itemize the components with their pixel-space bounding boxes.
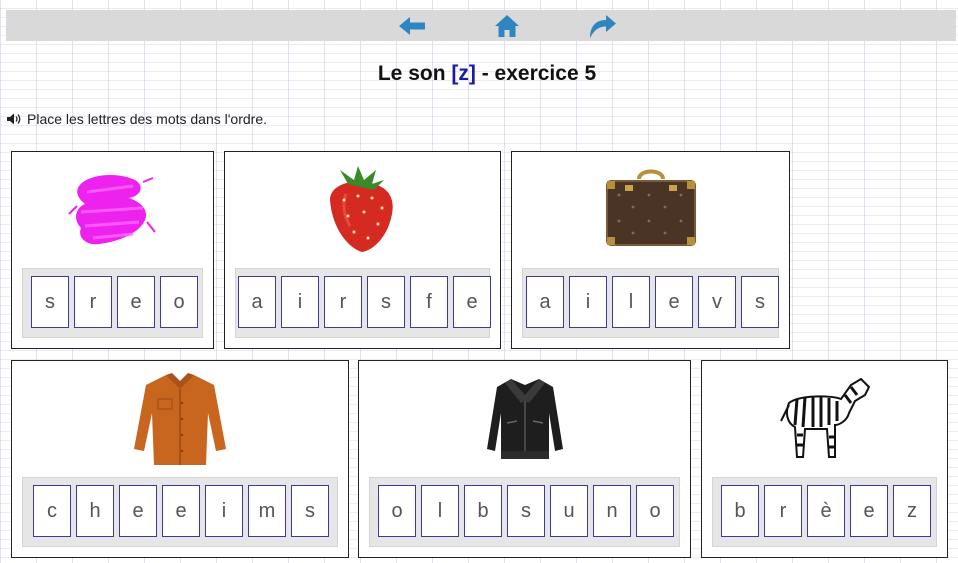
title-phoneme: [z] (451, 62, 476, 85)
letter-tile[interactable]: i (281, 276, 319, 328)
letter-tile[interactable]: n (593, 485, 631, 537)
letter-tile[interactable]: o (160, 276, 198, 328)
home-button[interactable] (490, 13, 524, 39)
card-picture (12, 369, 348, 469)
word-card-3: ailevs (511, 151, 790, 349)
letter-tile[interactable]: a (526, 276, 564, 328)
back-arrow-icon (399, 17, 425, 35)
letter-tile[interactable]: i (569, 276, 607, 328)
title-suffix: - exercice 5 (475, 62, 597, 85)
letter-tile[interactable]: a (238, 276, 276, 328)
letter-tile[interactable]: r (764, 485, 802, 537)
page-title: Le son [z] - exercice 5 (0, 62, 958, 86)
instruction-text: Place les lettres des mots dans l'ordre. (27, 111, 268, 127)
leather-jacket-image (486, 379, 563, 459)
letter-tile[interactable]: u (550, 485, 588, 537)
word-card-5: olbsuno (358, 360, 691, 558)
word-card-1: sreo (11, 151, 214, 349)
letter-tile[interactable]: f (410, 276, 448, 328)
card-picture (225, 160, 500, 260)
card-picture (12, 160, 213, 260)
letter-tile[interactable]: s (291, 485, 329, 537)
letter-tray: sreo (22, 268, 203, 338)
letter-tile[interactable]: h (76, 485, 114, 537)
letter-tile[interactable]: r (74, 276, 112, 328)
strawberry-image (329, 166, 393, 252)
letter-tile[interactable]: e (655, 276, 693, 328)
pink-scribble-image (67, 175, 156, 245)
word-card-4: cheeims (11, 360, 349, 558)
letter-tray: airsfe (235, 268, 491, 338)
letter-tray: brèez (712, 477, 937, 547)
letter-tray: olbsuno (369, 477, 680, 547)
redo-button[interactable] (585, 13, 619, 39)
suitcase-image (605, 169, 696, 246)
letter-tile[interactable]: s (31, 276, 69, 328)
letter-tile[interactable]: s (367, 276, 405, 328)
letter-tray: ailevs (522, 268, 779, 338)
letter-tile[interactable]: r (324, 276, 362, 328)
letter-tile[interactable]: s (507, 485, 545, 537)
letter-tile[interactable]: o (378, 485, 416, 537)
word-card-6: brèez (701, 360, 948, 558)
letter-tile[interactable]: l (421, 485, 459, 537)
toolbar (6, 10, 956, 41)
letter-tile[interactable]: e (453, 276, 491, 328)
word-card-2: airsfe (224, 151, 501, 349)
letter-tile[interactable]: b (721, 485, 759, 537)
title-prefix: Le son (377, 62, 452, 85)
letter-tile[interactable]: e (850, 485, 888, 537)
letter-tile[interactable]: v (698, 276, 736, 328)
letter-tile[interactable]: b (464, 485, 502, 537)
letter-tile[interactable]: o (636, 485, 674, 537)
letter-tile[interactable]: z (893, 485, 931, 537)
letter-tile[interactable]: è (807, 485, 845, 537)
letter-tile[interactable]: e (117, 276, 155, 328)
redo-icon (590, 15, 616, 38)
speaker-icon[interactable] (6, 112, 23, 126)
letter-tile[interactable]: s (741, 276, 779, 328)
back-button[interactable] (395, 13, 429, 39)
card-picture (359, 369, 690, 469)
zebra-image (779, 377, 870, 458)
letter-tile[interactable]: i (205, 485, 243, 537)
letter-tile[interactable]: m (248, 485, 286, 537)
home-icon (495, 15, 519, 37)
letter-tray: cheeims (22, 477, 338, 547)
instruction: Place les lettres des mots dans l'ordre. (6, 111, 267, 127)
letter-tile[interactable]: e (119, 485, 157, 537)
card-picture (512, 160, 789, 260)
shirt-image (134, 373, 226, 465)
card-picture (702, 369, 947, 469)
letter-tile[interactable]: e (162, 485, 200, 537)
letter-tile[interactable]: l (612, 276, 650, 328)
letter-tile[interactable]: c (33, 485, 71, 537)
